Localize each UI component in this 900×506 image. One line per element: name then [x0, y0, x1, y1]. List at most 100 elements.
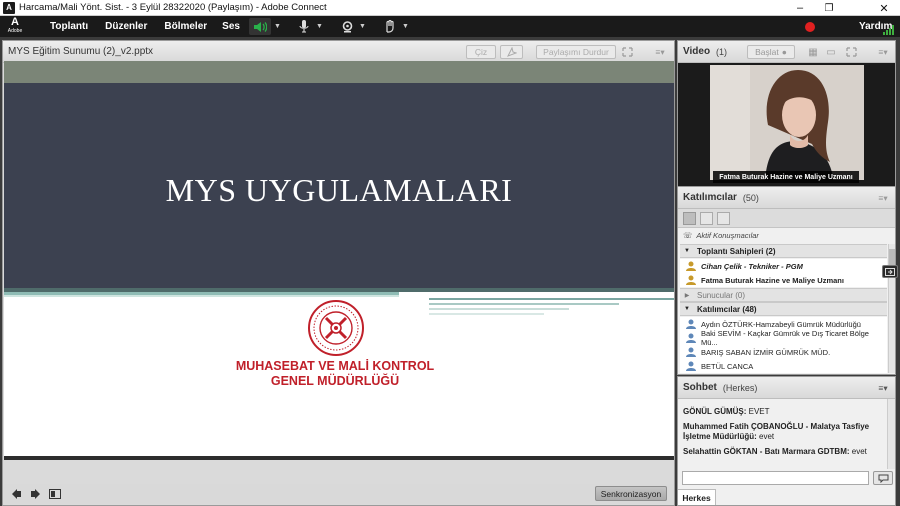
chat-input[interactable]	[682, 471, 869, 485]
adobe-logo-text: Adobe	[7, 27, 23, 34]
chat-pod: Sohbet (Herkes) ≡▾ GÖNÜL GÜMÜŞ: EVET Muh…	[677, 376, 896, 506]
active-speakers-label: Aktif Konuşmacılar	[696, 231, 759, 240]
participant-user-icon	[686, 333, 696, 343]
slide-title-band: MYS UYGULAMALARI	[4, 83, 674, 288]
host-user-icon	[686, 275, 696, 285]
menu-meeting[interactable]: Toplantı	[50, 21, 88, 32]
share-pod-footer: Senkronizasyon	[4, 484, 674, 504]
slide-stripe	[429, 298, 674, 300]
pointer-tool-button[interactable]	[500, 45, 523, 59]
hosts-section-label: Toplantı Sahipleri (2)	[697, 246, 776, 256]
attendees-pod: Katılımcılar (50) ≡▾ ☏ Aktif Konuşmacıla…	[677, 186, 896, 375]
stop-sharing-button[interactable]: Paylaşımı Durdur	[536, 45, 616, 59]
adobe-logo-mark: A	[11, 15, 19, 28]
webcam-dropdown-icon[interactable]: ▼	[358, 18, 367, 35]
minimize-icon[interactable]: –	[786, 0, 814, 16]
video-pod-menu-icon[interactable]: ≡▾	[875, 45, 891, 59]
menu-layouts[interactable]: Düzenler	[105, 21, 147, 32]
attendees-pod-title: Katılımcılar	[683, 192, 737, 203]
participants-section-label: Katılımcılar (48)	[697, 304, 757, 314]
slide-stripe	[429, 303, 619, 305]
chat-scrollbar[interactable]	[887, 399, 895, 469]
draw-button[interactable]: Çiz	[466, 45, 496, 59]
maximize-icon[interactable]: ❐	[815, 0, 843, 16]
video-pod-count: (1)	[716, 46, 728, 57]
org-name-line2: GENEL MÜDÜRLÜĞÜ	[270, 374, 400, 388]
chat-message: GÖNÜL GÜMÜŞ: EVET	[683, 407, 883, 417]
start-webcam-button[interactable]: Başlat ●	[747, 45, 795, 59]
chat-sender: Selahattin GÖKTAN - Batı Marmara GDTBM:	[683, 447, 850, 456]
speaker-dropdown-icon[interactable]: ▼	[273, 18, 282, 35]
slide-sidebar-icon[interactable]	[48, 487, 62, 501]
next-slide-icon[interactable]	[28, 487, 42, 501]
chat-message: Selahattin GÖKTAN - Batı Marmara GDTBM: …	[683, 447, 883, 457]
participant-name: Aydın ÖZTÜRK-Hamzabeyli Gümrük Müdürlüğü	[701, 319, 861, 329]
slide-top-band	[4, 61, 674, 83]
presenters-section-header[interactable]: ▶ Sunucular (0)	[680, 288, 887, 302]
chat-text: evet	[849, 447, 867, 456]
adobe-logo: A Adobe	[0, 16, 30, 37]
fullscreen-icon[interactable]	[620, 45, 635, 59]
host-name: Fatma Buturak Hazine ve Maliye Uzmanı	[701, 275, 844, 285]
participants-section-header[interactable]: ▼ Katılımcılar (48)	[680, 302, 887, 316]
slide-stripe	[429, 313, 544, 315]
window-titlebar: A Harcama/Mali Yönt. Sist. - 3 Eylül 283…	[0, 0, 900, 16]
ministry-seal-logo	[307, 299, 367, 359]
webcam-icon[interactable]	[339, 18, 355, 35]
slide-stripe	[4, 295, 399, 297]
grid-view-icon[interactable]: ▦	[806, 45, 820, 59]
attendees-pod-header: Katılımcılar (50)	[678, 187, 895, 209]
video-fullscreen-icon[interactable]	[844, 45, 858, 59]
slide-stripe	[429, 308, 569, 310]
record-indicator-icon[interactable]	[803, 18, 817, 35]
attendees-scrollbar[interactable]	[888, 244, 895, 373]
sync-button[interactable]: Senkronizasyon	[595, 486, 667, 501]
connection-bars-icon	[882, 18, 896, 35]
collapse-arrow-icon: ▼	[684, 248, 690, 254]
participant-user-icon	[686, 347, 696, 357]
menu-pods[interactable]: Bölmeler	[164, 21, 207, 32]
slide-canvas: MYS UYGULAMALARI MUHASEBAT VE MALİ KONTR…	[4, 61, 674, 460]
share-pod-title: MYS Eğitim Sunumu (2)_v2.pptx	[8, 46, 154, 57]
chat-scope: (Herkes)	[722, 382, 758, 393]
host-name: Cihan Çelik - Tekniker - PGM	[701, 261, 803, 271]
list-item[interactable]: BARIŞ SABAN İZMİR GÜMRÜK MÜD.	[680, 345, 887, 359]
list-item[interactable]: Cihan Çelik - Tekniker - PGM	[680, 259, 887, 273]
close-window-icon[interactable]: ✕	[870, 0, 898, 16]
video-pod: Video (1) Başlat ● ▦ ▭ ≡▾ Fatma Buturak …	[677, 40, 896, 188]
attendees-count: (50)	[742, 192, 759, 203]
list-view-icon[interactable]	[683, 212, 696, 225]
adobe-connect-app-icon: A	[3, 1, 15, 14]
slide-title: MYS UYGULAMALARI	[165, 172, 513, 208]
webcam-caption: Fatma Buturak Hazine ve Maliye Uzmanı	[713, 171, 859, 183]
microphone-icon[interactable]	[296, 18, 312, 35]
attendees-toolbar	[678, 209, 895, 228]
breakout-view-icon[interactable]	[700, 212, 713, 225]
list-item[interactable]: BETÜL CANCA	[680, 359, 887, 373]
previous-slide-icon[interactable]	[10, 487, 24, 501]
send-message-button[interactable]	[873, 471, 893, 485]
list-item[interactable]: Baki SEVİM - Kaçkar Gümrük ve Dış Ticare…	[680, 329, 887, 347]
participant-name: BARIŞ SABAN İZMİR GÜMRÜK MÜD.	[701, 347, 831, 357]
expand-arrow-icon: ▶	[684, 292, 690, 299]
host-user-icon	[686, 261, 696, 271]
chat-text: evet	[756, 432, 775, 441]
participant-name: BETÜL CANCA	[701, 361, 754, 371]
side-panel-toggle-icon[interactable]	[882, 265, 898, 278]
chat-tab-everyone[interactable]: Herkes	[678, 489, 716, 505]
hosts-section-header[interactable]: ▼ Toplantı Sahipleri (2)	[680, 244, 887, 258]
status-dropdown-icon[interactable]: ▼	[401, 18, 410, 35]
collapse-arrow-icon: ▼	[684, 306, 690, 312]
phone-icon: ☏	[683, 231, 693, 240]
raise-hand-icon[interactable]	[382, 18, 398, 35]
list-item[interactable]: Fatma Buturak Hazine ve Maliye Uzmanı	[680, 273, 887, 287]
speaker-icon[interactable]	[249, 18, 271, 35]
sort-view-icon[interactable]	[717, 212, 730, 225]
participant-user-icon	[686, 319, 696, 329]
attendees-pod-menu-icon[interactable]: ≡▾	[875, 191, 891, 205]
share-pod-menu-icon[interactable]: ≡▾	[652, 45, 668, 59]
menu-audio[interactable]: Ses	[222, 21, 240, 32]
chat-pod-menu-icon[interactable]: ≡▾	[875, 381, 891, 395]
filmstrip-view-icon[interactable]: ▭	[824, 45, 838, 59]
microphone-dropdown-icon[interactable]: ▼	[315, 18, 324, 35]
